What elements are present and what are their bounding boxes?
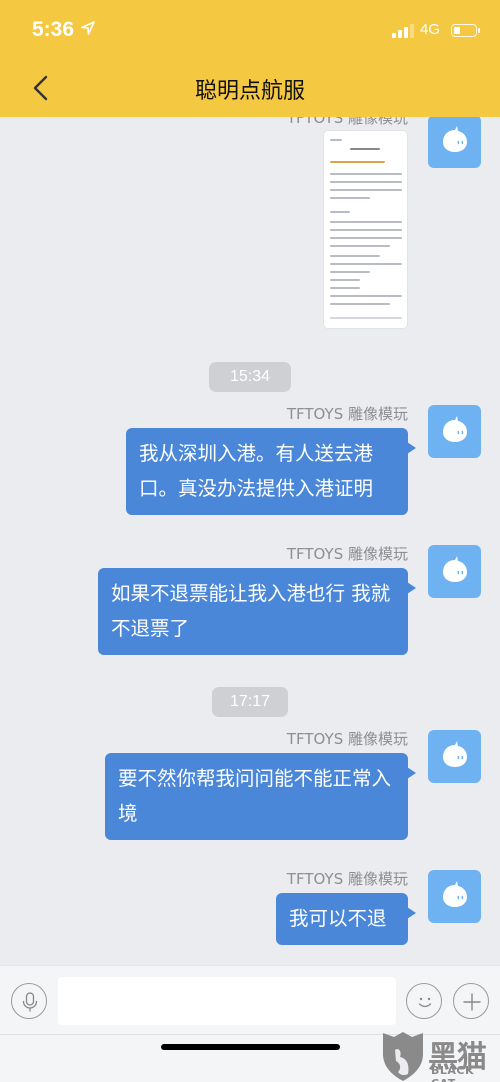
watermark-subtext: BLACK CAT	[431, 1064, 475, 1082]
chat-messages[interactable]: TFTOYS 雕像模玩 15:34 TFTOYS 雕像模玩 我从深圳入港。有人送…	[0, 117, 500, 965]
sender-name: TFTOYS 雕像模玩	[286, 545, 408, 563]
page-title: 聪明点航服	[194, 79, 305, 104]
network-type: 4G	[420, 21, 441, 38]
avatar[interactable]	[428, 870, 481, 923]
input-bar	[0, 965, 500, 1035]
header: 5:36 4G 聪明点航服	[0, 0, 500, 117]
qq-bubble-icon	[443, 556, 467, 582]
watermark: 黑猫 BLACK CAT	[378, 1030, 500, 1082]
sender-name: TFTOYS 雕像模玩	[286, 730, 408, 748]
message-bubble[interactable]: 我可以不退	[276, 893, 416, 945]
voice-button[interactable]	[11, 983, 47, 1019]
sender-name: TFTOYS 雕像模玩	[286, 117, 408, 127]
image-message[interactable]	[323, 130, 408, 329]
message-bubble[interactable]: 我从深圳入港。有人送去港口。真没办法提供入港证明	[126, 428, 416, 515]
qq-bubble-icon	[443, 416, 467, 442]
more-button[interactable]	[453, 983, 489, 1019]
sender-name: TFTOYS 雕像模玩	[286, 405, 408, 423]
timestamp-badge: 15:34	[209, 362, 291, 392]
emoji-button[interactable]	[406, 983, 442, 1019]
timestamp-badge: 17:17	[212, 687, 288, 717]
microphone-icon	[22, 992, 38, 1012]
signal-strength-icon	[392, 24, 414, 38]
status-time: 5:36	[32, 18, 75, 41]
qq-bubble-icon	[443, 741, 467, 767]
plus-icon	[463, 993, 481, 1011]
avatar[interactable]	[428, 405, 481, 458]
message-input[interactable]	[58, 977, 396, 1025]
message-bubble[interactable]: 如果不退票能让我入港也行 我就不退票了	[98, 568, 416, 655]
sender-name: TFTOYS 雕像模玩	[286, 870, 408, 888]
battery-icon	[451, 24, 480, 37]
avatar[interactable]	[428, 117, 481, 168]
qq-bubble-icon	[443, 126, 467, 152]
location-arrow-icon	[81, 21, 95, 35]
avatar[interactable]	[428, 545, 481, 598]
home-indicator[interactable]	[161, 1044, 340, 1050]
cat-shield-logo-icon	[383, 1032, 423, 1081]
smiley-icon	[418, 997, 432, 1008]
avatar[interactable]	[428, 730, 481, 783]
message-bubble[interactable]: 要不然你帮我问问能不能正常入境	[105, 753, 416, 840]
qq-bubble-icon	[443, 881, 467, 907]
